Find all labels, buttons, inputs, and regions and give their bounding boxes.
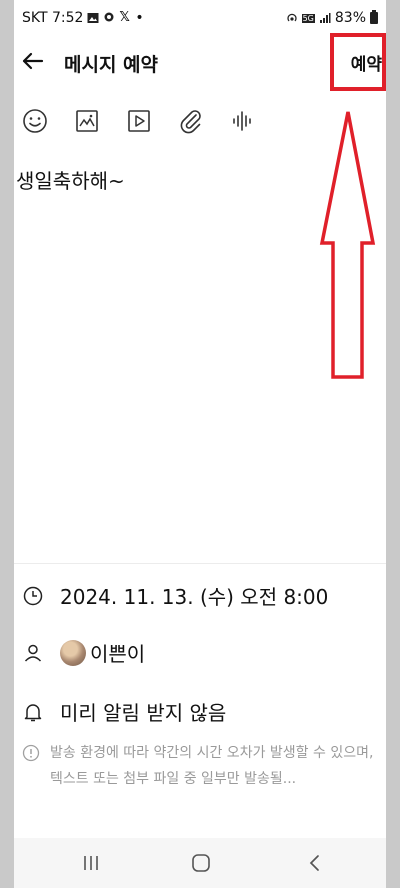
notice: 발송 환경에 따라 약간의 시간 오차가 발생할 수 있으며, 텍스트 또는 첨… (22, 740, 382, 792)
more-notifications-dot: • (135, 10, 144, 26)
back-chevron-icon (309, 855, 319, 871)
person-icon (20, 640, 46, 666)
attachment-toolbar (20, 106, 258, 136)
recipient-name: 이쁜이 (90, 642, 146, 666)
battery-icon (370, 10, 378, 24)
x-notification-icon: 𝕏 (119, 10, 130, 25)
notice-text: 발송 환경에 따라 약간의 시간 오차가 발생할 수 있으며, 텍스트 또는 첨… (50, 745, 374, 787)
status-bar: SKT 7:52 𝕏 • 5G 83% (14, 0, 386, 36)
home-icon (192, 854, 210, 872)
navigation-bar (14, 838, 386, 888)
location-notification-icon (103, 12, 115, 24)
alert-row[interactable]: 미리 알림 받지 않음 (20, 697, 226, 726)
gallery-notification-icon (87, 12, 99, 24)
avatar (60, 639, 86, 666)
image-icon[interactable] (72, 106, 102, 136)
video-icon[interactable] (124, 106, 154, 136)
schedule-datetime: 2024. 11. 13. (수) 오전 8:00 (60, 585, 329, 609)
back-button[interactable] (18, 46, 48, 76)
clock-icon (20, 583, 46, 609)
divider (14, 563, 386, 564)
back-arrow-icon (22, 52, 44, 70)
schedule-datetime-row[interactable]: 2024. 11. 13. (수) 오전 8:00 (20, 581, 328, 610)
network-type: 5G (301, 13, 315, 23)
bell-icon (20, 699, 46, 725)
highlight-box (330, 33, 386, 91)
recent-apps-button[interactable] (80, 852, 102, 874)
battery-percent: 83% (334, 10, 366, 26)
alert-setting: 미리 알림 받지 않음 (60, 701, 227, 725)
home-button[interactable] (190, 852, 212, 874)
attach-icon[interactable] (176, 106, 206, 136)
info-icon (22, 744, 40, 762)
signal-icon (319, 12, 331, 24)
voice-icon[interactable] (228, 106, 258, 136)
back-nav-button[interactable] (304, 852, 326, 874)
recent-apps-icon (84, 856, 98, 870)
recipient-row[interactable]: 이쁜이 (20, 638, 145, 667)
page-title: 메시지 예약 (64, 54, 159, 76)
hotspot-icon (286, 12, 298, 24)
screen: SKT 7:52 𝕏 • 5G 83% 메시지 예약 예약 생일축하해~ 202… (14, 0, 386, 888)
message-text-input[interactable]: 생일축하해~ (16, 165, 125, 194)
emoji-icon[interactable] (20, 106, 50, 136)
carrier-time: SKT 7:52 (22, 10, 84, 26)
